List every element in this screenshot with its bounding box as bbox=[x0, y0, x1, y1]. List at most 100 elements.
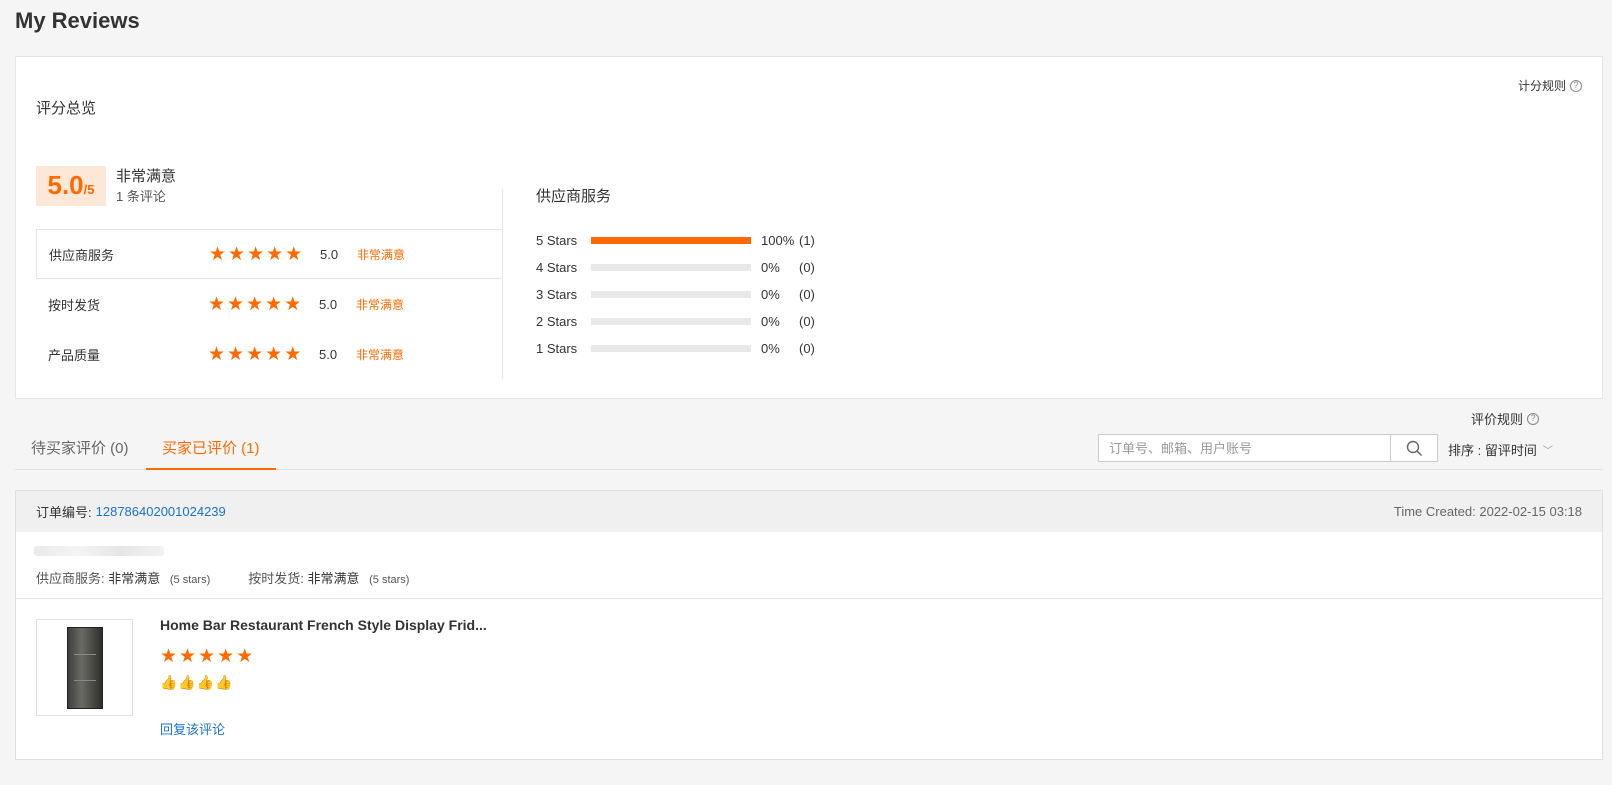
search-input[interactable] bbox=[1098, 434, 1392, 462]
distribution-label: 5 Stars bbox=[536, 233, 578, 248]
sort-label: 排序 : 留评时间 bbox=[1448, 443, 1537, 458]
distribution-count: (0) bbox=[799, 287, 815, 302]
chevron-down-icon: ﹀ bbox=[1542, 446, 1553, 457]
product-rating-stars: ★ ★ ★ ★ ★ bbox=[160, 647, 253, 666]
distribution-percent: 0% bbox=[761, 287, 780, 302]
thumbs-up-icons: 👍👍👍👍 bbox=[160, 674, 234, 690]
star-icon: ★ bbox=[217, 646, 235, 667]
rating-stars: ★ ★ ★ ★ ★ bbox=[208, 295, 301, 314]
star-distribution: 5 Stars 100% (1) 4 Stars 0% (0) 3 Stars … bbox=[536, 227, 836, 362]
distribution-count: (1) bbox=[799, 233, 815, 248]
distribution-label: 3 Stars bbox=[536, 287, 578, 302]
star-icon: ★ bbox=[227, 343, 245, 365]
rating-text: 非常满意 bbox=[356, 297, 405, 312]
star-icon: ★ bbox=[208, 343, 226, 365]
star-icon: ★ bbox=[247, 243, 265, 265]
rating-stars: ★ ★ ★ ★ ★ bbox=[209, 245, 302, 264]
star-icon: ★ bbox=[246, 293, 264, 315]
distribution-percent: 0% bbox=[761, 260, 780, 275]
blurred-buyer-name bbox=[34, 546, 164, 556]
star-icon: ★ bbox=[198, 646, 216, 667]
delivery-value: 非常满意 bbox=[307, 571, 360, 586]
star-icon: ★ bbox=[160, 646, 178, 667]
order-time-created: Time Created: 2022-02-15 03:18 bbox=[1393, 504, 1582, 519]
supplier-service-value: 非常满意 bbox=[108, 571, 161, 586]
rating-row-product-quality[interactable]: 产品质量 ★ ★ ★ ★ ★ 5.0 非常满意 bbox=[36, 329, 503, 379]
distribution-bar bbox=[591, 318, 751, 325]
distribution-percent: 0% bbox=[761, 314, 780, 329]
star-icon: ★ bbox=[284, 343, 302, 365]
supplier-service-stars: (5 stars) bbox=[169, 574, 211, 586]
distribution-label: 4 Stars bbox=[536, 260, 578, 275]
product-title[interactable]: Home Bar Restaurant French Style Display… bbox=[160, 617, 487, 633]
star-icon: ★ bbox=[179, 646, 197, 667]
order-review-card: 订单编号: 128786402001024239 Time Created: 2… bbox=[15, 490, 1603, 760]
distribution-title: 供应商服务 bbox=[536, 188, 612, 205]
rating-stars: ★ ★ ★ ★ ★ bbox=[208, 345, 301, 364]
product-image[interactable] bbox=[36, 619, 133, 716]
scoring-rules-link[interactable]: 计分规则 ? bbox=[1518, 77, 1582, 94]
overall-score: 5.0 bbox=[47, 170, 84, 200]
rating-categories: 供应商服务 ★ ★ ★ ★ ★ 5.0 非常满意 按时发货 ★ ★ ★ ★ ★ 5.0 非常满意… bbox=[36, 229, 503, 379]
rating-row-supplier-service[interactable]: 供应商服务 ★ ★ ★ ★ ★ 5.0 非常满意 bbox=[36, 229, 503, 279]
distribution-bar bbox=[591, 237, 751, 244]
distribution-bar bbox=[591, 264, 751, 271]
star-icon: ★ bbox=[284, 293, 302, 315]
overview-title: 评分总览 bbox=[36, 100, 97, 117]
review-search bbox=[1098, 434, 1438, 462]
distribution-label: 1 Stars bbox=[536, 341, 578, 356]
star-icon: ★ bbox=[208, 293, 226, 315]
reply-review-link[interactable]: 回复该评论 bbox=[160, 719, 225, 738]
overall-score-text: 非常满意 bbox=[116, 168, 177, 185]
rating-value: 5.0 bbox=[320, 246, 339, 262]
review-rules-link[interactable]: 评价规则 ? bbox=[1471, 409, 1539, 428]
star-icon: ★ bbox=[246, 343, 264, 365]
order-number-link[interactable]: 128786402001024239 bbox=[96, 504, 226, 519]
rating-label: 供应商服务 bbox=[49, 247, 115, 263]
scoring-rules-label: 计分规则 bbox=[1517, 79, 1566, 93]
review-rules-label: 评价规则 bbox=[1470, 412, 1523, 427]
review-count: 1 条评论 bbox=[116, 189, 166, 204]
supplier-service-summary: 供应商服务: 非常满意 (5 stars) bbox=[36, 568, 210, 587]
distribution-count: (0) bbox=[799, 260, 815, 275]
page-title: My Reviews bbox=[15, 8, 140, 33]
rating-text: 非常满意 bbox=[357, 247, 406, 262]
star-icon: ★ bbox=[209, 243, 227, 265]
distribution-bar bbox=[591, 345, 751, 352]
star-icon: ★ bbox=[265, 343, 283, 365]
star-icon: ★ bbox=[266, 243, 284, 265]
supplier-service-label: 供应商服务: bbox=[36, 571, 105, 586]
rating-label: 按时发货 bbox=[48, 297, 101, 313]
rating-value: 5.0 bbox=[319, 346, 338, 362]
help-icon: ? bbox=[1527, 412, 1539, 425]
divider bbox=[502, 190, 503, 378]
distribution-row: 2 Stars 0% (0) bbox=[536, 308, 836, 335]
distribution-row: 1 Stars 0% (0) bbox=[536, 335, 836, 362]
rating-overview-card: 评分总览 计分规则 ? 5.0 /5 非常满意 1 条评论 供应商服务 ★ ★ ★ ★… bbox=[15, 56, 1603, 399]
distribution-count: (0) bbox=[799, 314, 815, 329]
display-fridge-image bbox=[66, 626, 103, 709]
rating-row-on-time-delivery[interactable]: 按时发货 ★ ★ ★ ★ ★ 5.0 非常满意 bbox=[36, 279, 503, 329]
distribution-row: 4 Stars 0% (0) bbox=[536, 254, 836, 281]
distribution-row: 3 Stars 0% (0) bbox=[536, 281, 836, 308]
star-icon: ★ bbox=[227, 293, 245, 315]
delivery-summary: 按时发货: 非常满意 (5 stars) bbox=[248, 568, 409, 587]
star-icon: ★ bbox=[265, 293, 283, 315]
tab-pending-buyer-review[interactable]: 待买家评价 (0) bbox=[15, 438, 145, 470]
order-rating-summary: 供应商服务: 非常满意 (5 stars) 按时发货: 非常满意 (5 star… bbox=[36, 568, 409, 587]
tab-buyer-reviewed[interactable]: 买家已评价 (1) bbox=[146, 438, 276, 470]
distribution-percent: 100% bbox=[761, 233, 795, 248]
help-icon: ? bbox=[1570, 79, 1582, 92]
delivery-stars: (5 stars) bbox=[369, 574, 410, 586]
distribution-count: (0) bbox=[799, 341, 815, 356]
search-button[interactable] bbox=[1391, 434, 1438, 462]
star-icon: ★ bbox=[236, 646, 254, 667]
sort-dropdown[interactable]: 排序 : 留评时间 ﹀ bbox=[1448, 440, 1553, 459]
star-icon: ★ bbox=[228, 243, 246, 265]
distribution-fill bbox=[591, 237, 751, 244]
search-icon bbox=[1406, 440, 1422, 456]
rating-label: 产品质量 bbox=[48, 347, 101, 363]
delivery-label: 按时发货: bbox=[248, 571, 304, 586]
rating-value: 5.0 bbox=[319, 296, 338, 312]
divider bbox=[16, 598, 1602, 599]
